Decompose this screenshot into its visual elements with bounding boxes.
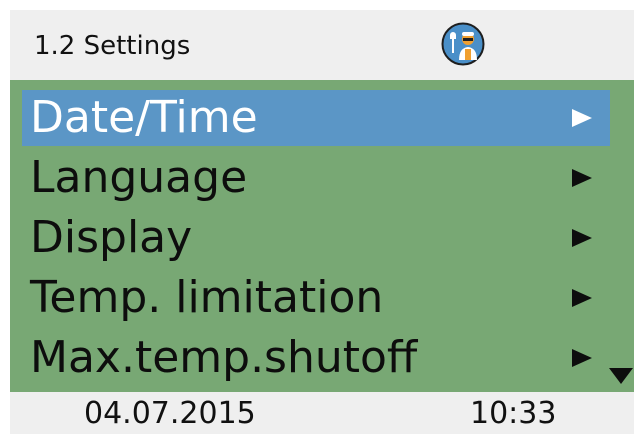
menu-item-display[interactable]: Display [22,210,610,266]
menu-item-label: Max.temp.shutoff [30,332,418,383]
arrow-right-icon [572,229,592,247]
menu-item-label: Display [30,212,193,263]
menu-item-max-temp-shutoff[interactable]: Max.temp.shutoff [22,330,610,386]
menu-item-label: Language [30,152,248,203]
status-bar: 04.07.2015 10:33 [10,392,634,434]
arrow-right-icon [572,349,592,367]
settings-screen: 1.2 Settings Date/Time Language Display [10,10,634,434]
time-readout: 10:33 [470,396,557,431]
menu-item-temp-limitation[interactable]: Temp. limitation [22,270,610,326]
settings-menu: Date/Time Language Display Temp. limitat… [10,80,634,392]
arrow-right-icon [572,109,592,127]
menu-item-date-time[interactable]: Date/Time [22,90,610,146]
header-bar: 1.2 Settings [10,10,634,80]
arrow-down-icon[interactable] [608,362,634,386]
arrow-right-icon [572,289,592,307]
menu-item-language[interactable]: Language [22,150,610,206]
menu-item-label: Temp. limitation [30,272,384,323]
date-readout: 04.07.2015 [84,396,256,431]
arrow-right-icon [572,169,592,187]
page-title: 1.2 Settings [34,31,191,61]
menu-item-label: Date/Time [30,92,258,143]
service-technician-icon[interactable] [441,22,485,66]
